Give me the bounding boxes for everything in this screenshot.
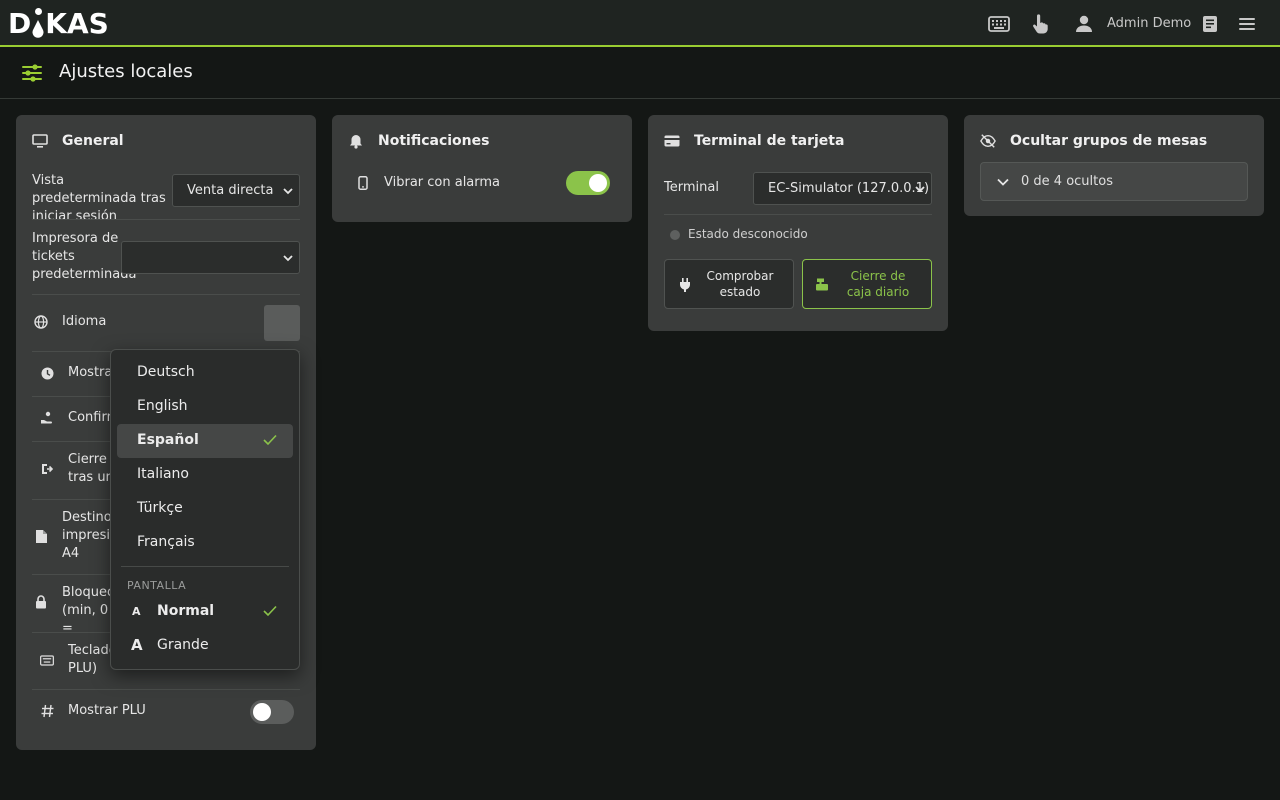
vibrate-toggle[interactable] — [566, 171, 610, 195]
hide-table-groups-panel: Ocultar grupos de mesas 0 de 4 ocultos — [964, 115, 1264, 216]
font-size-small-icon: A — [132, 605, 141, 618]
logout-icon — [40, 462, 54, 476]
terminal-value: EC-Simulator (127.0.0.1) — [768, 181, 930, 196]
check-status-button[interactable]: Comprobar estado — [664, 259, 794, 309]
divider — [32, 689, 300, 690]
chevron-down-icon — [283, 187, 293, 194]
printer-label: Impresora de tickets predeterminada — [32, 231, 137, 282]
default-view-label: Vista predeterminada tras iniciar sesión — [32, 173, 166, 224]
pdf-file-icon — [34, 529, 48, 543]
check-icon — [263, 605, 277, 617]
general-title: General — [62, 133, 124, 149]
top-bar: D KAS Admin Demo — [0, 0, 1280, 47]
status-dot — [670, 230, 680, 240]
keyboard-icon[interactable] — [988, 13, 1010, 35]
card-terminal-title: Terminal de tarjeta — [694, 133, 845, 149]
hide-table-groups-title: Ocultar grupos de mesas — [1010, 133, 1208, 149]
default-view-value: Venta directa — [187, 183, 274, 198]
divider — [32, 294, 300, 295]
display-size-normal[interactable]: A Normal — [117, 595, 293, 629]
plug-icon — [680, 278, 690, 292]
chevron-down-icon — [283, 254, 293, 261]
chevron-down-icon — [997, 178, 1009, 186]
user-icon[interactable] — [1073, 13, 1095, 35]
cash-register-icon — [816, 278, 828, 291]
divider — [121, 566, 289, 567]
hash-icon — [40, 704, 54, 718]
phone-icon — [356, 176, 370, 190]
default-view-select[interactable]: Venta directa — [172, 174, 300, 207]
monitor-icon — [32, 133, 48, 149]
notifications-title: Notificaciones — [378, 133, 490, 149]
keyboard-small-icon — [40, 653, 54, 667]
check-icon — [263, 434, 277, 446]
vibrate-label: Vibrar con alarma — [384, 175, 501, 190]
hidden-groups-summary: 0 de 4 ocultos — [1021, 174, 1113, 189]
display-section-label: PANTALLA — [127, 579, 187, 592]
logo-i-glyph — [31, 8, 45, 40]
general-row-label: Mostra — [68, 365, 113, 380]
card-terminal-panel-header: Terminal de tarjeta — [664, 131, 844, 151]
show-plu-label: Mostrar PLU — [68, 703, 146, 718]
globe-icon — [34, 315, 48, 329]
display-size-large[interactable]: A Grande — [117, 629, 293, 663]
menu-icon[interactable] — [1236, 13, 1258, 35]
divider — [32, 219, 300, 220]
card-terminal-panel: Terminal de tarjeta Terminal EC-Simulato… — [648, 115, 948, 331]
terminal-label: Terminal — [664, 180, 719, 195]
user-name[interactable]: Admin Demo — [1107, 16, 1191, 31]
language-option[interactable]: Français — [117, 526, 293, 560]
credit-card-icon — [664, 133, 680, 149]
bell-icon — [348, 133, 364, 149]
language-label: Idioma — [62, 314, 107, 329]
language-option-selected[interactable]: Español — [117, 424, 293, 458]
notifications-panel: Notificaciones Vibrar con alarma — [332, 115, 632, 222]
general-panel-header: General — [32, 131, 124, 151]
chevron-down-icon — [915, 185, 925, 192]
hide-table-groups-header: Ocultar grupos de mesas — [980, 131, 1207, 151]
language-option[interactable]: Deutsch — [117, 356, 293, 390]
eye-off-icon — [980, 133, 996, 149]
clock-icon — [40, 366, 54, 380]
font-size-large-icon: A — [131, 636, 143, 654]
status-text: Estado desconocido — [688, 227, 808, 241]
notifications-panel-header: Notificaciones — [348, 131, 489, 151]
sliders-icon — [22, 63, 42, 87]
general-row-label: Bloqueo (min, 0 = — [62, 585, 115, 636]
lock-icon — [34, 595, 48, 609]
daily-closing-button[interactable]: Cierre de caja diario — [802, 259, 932, 309]
general-row-label: Destino impresió A4 — [62, 510, 118, 561]
dikas-logo: D KAS — [8, 7, 109, 40]
logo-drop-icon — [32, 20, 44, 38]
language-dropdown: Deutsch English Español Italiano Türkçe … — [110, 349, 300, 670]
book-icon[interactable] — [1199, 13, 1221, 35]
hand-coin-icon — [40, 411, 54, 425]
language-option[interactable]: Italiano — [117, 458, 293, 492]
printer-select[interactable] — [121, 241, 300, 274]
language-option[interactable]: English — [117, 390, 293, 424]
touch-icon[interactable] — [1029, 13, 1051, 35]
terminal-select[interactable]: EC-Simulator (127.0.0.1) — [753, 172, 932, 205]
hidden-groups-expander[interactable]: 0 de 4 ocultos — [980, 162, 1248, 201]
language-button[interactable] — [264, 305, 300, 341]
language-option[interactable]: Türkçe — [117, 492, 293, 526]
page-header: Ajustes locales — [0, 49, 1280, 99]
divider — [664, 214, 932, 215]
show-plu-toggle[interactable] — [250, 700, 294, 724]
page-title: Ajustes locales — [59, 61, 193, 82]
